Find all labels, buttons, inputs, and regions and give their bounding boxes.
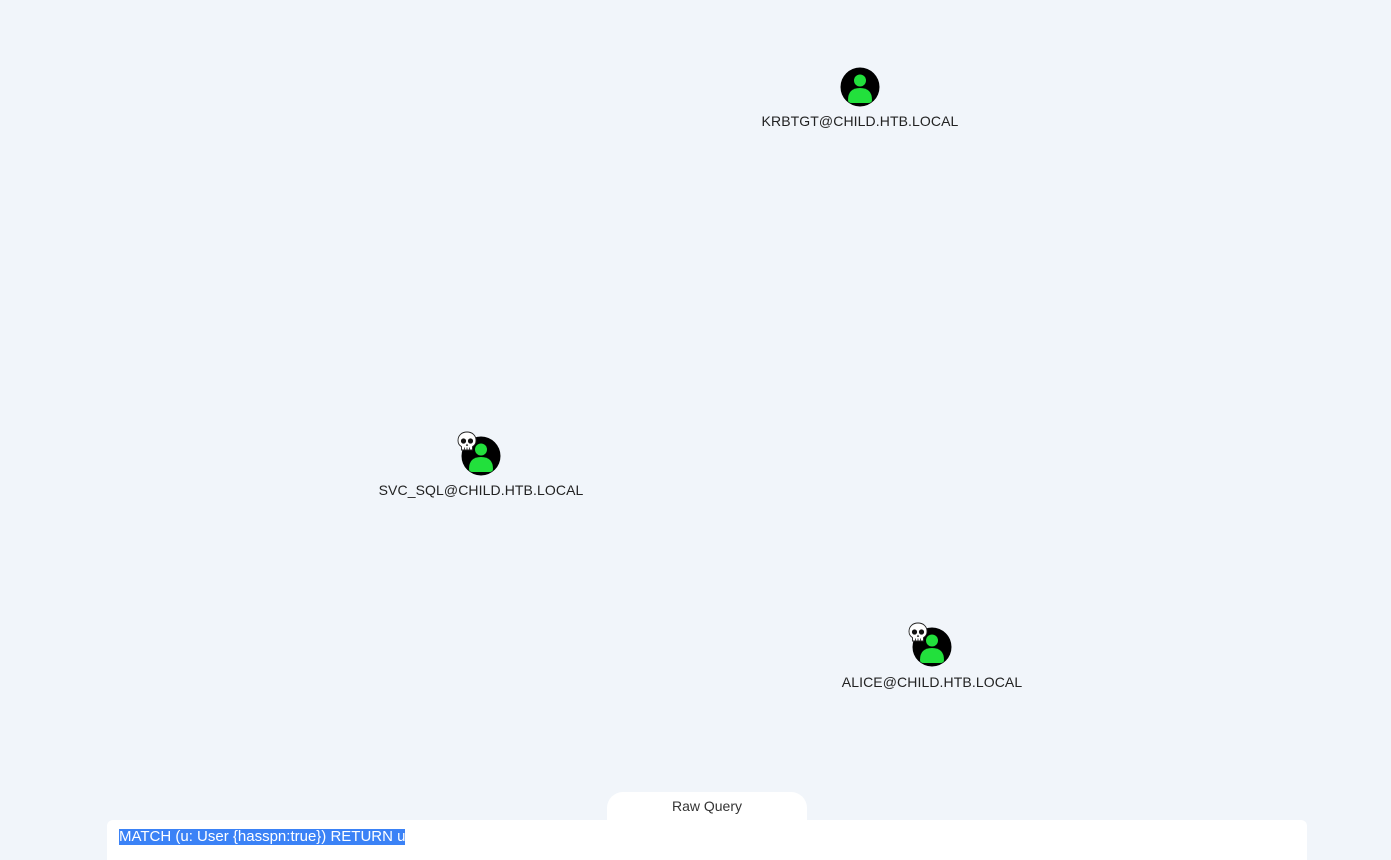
node-label-krbtgt: KRBTGT@CHILD.HTB.LOCAL <box>761 113 959 129</box>
raw-query-tab[interactable]: Raw Query <box>607 792 807 822</box>
graph-canvas[interactable]: KRBTGT@CHILD.HTB.LOCAL SVC_SQL@CHILD.HTB… <box>0 0 1391 852</box>
raw-query-text[interactable]: MATCH (u: User {hasspn:true}) RETURN u <box>119 829 406 845</box>
node-svc-sql[interactable] <box>457 431 501 476</box>
node-alice[interactable] <box>908 622 952 667</box>
node-label-alice: ALICE@CHILD.HTB.LOCAL <box>841 674 1023 690</box>
node-label-svc-sql: SVC_SQL@CHILD.HTB.LOCAL <box>378 482 584 498</box>
node-krbtgt[interactable] <box>840 67 880 107</box>
skull-icon <box>908 622 928 642</box>
raw-query-input[interactable]: MATCH (u: User {hasspn:true}) RETURN u <box>107 820 1307 860</box>
user-icon <box>840 67 880 107</box>
skull-icon <box>457 431 477 451</box>
